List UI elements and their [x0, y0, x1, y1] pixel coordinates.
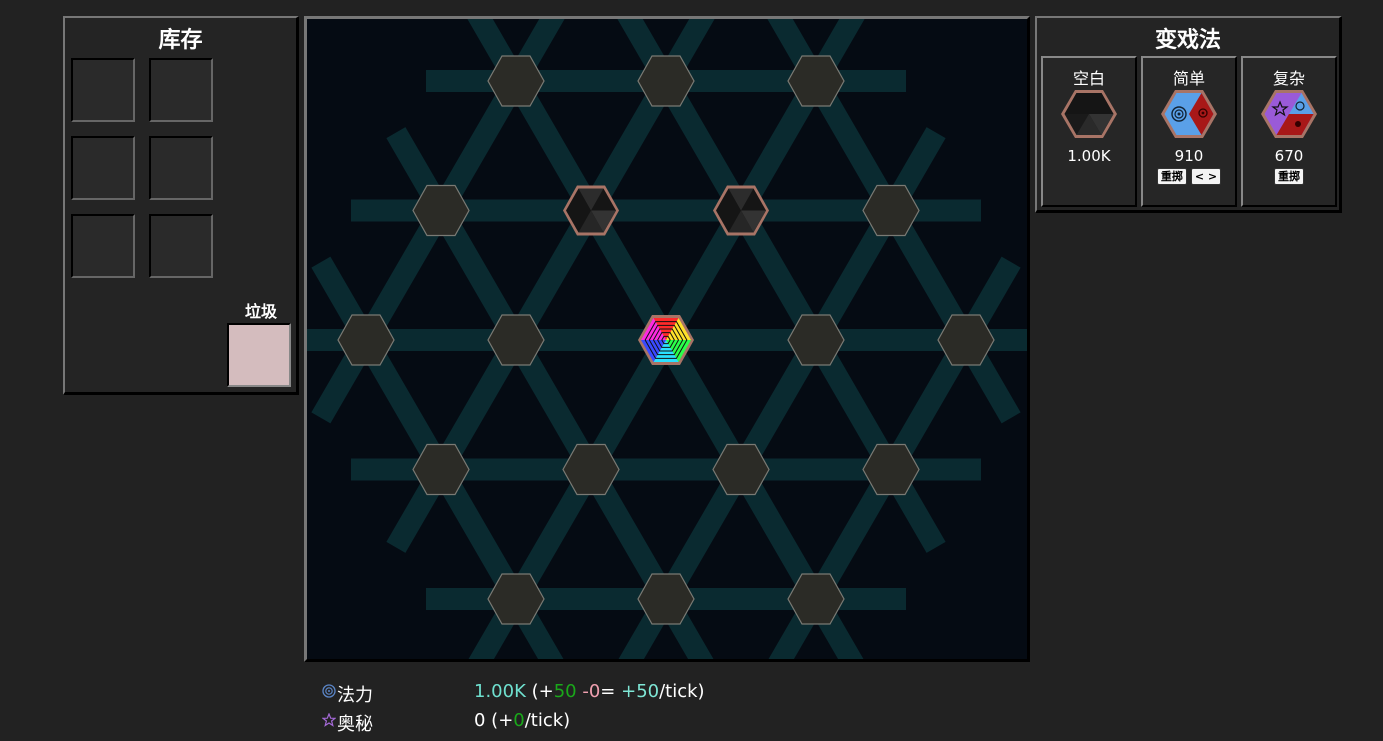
mana-amount: 1.00K [474, 681, 526, 702]
mana-net: +50 [621, 681, 660, 702]
inventory-slot[interactable] [149, 58, 213, 122]
game-board [304, 16, 1030, 662]
arcane-amount: 0 [474, 710, 486, 731]
transform-card-blank[interactable]: 空白 1.00K [1041, 56, 1137, 207]
mana-open: (+ [525, 681, 554, 702]
trash-slot[interactable] [227, 323, 291, 387]
transform-name: 空白 [1072, 69, 1105, 88]
arcane-row: 奥秘 0 (+0/tick) [322, 709, 842, 738]
reroll-button[interactable]: 重掷 [1156, 168, 1187, 185]
mana-values: 1.00K (+50 -0= +50/tick) [474, 681, 705, 702]
simple-hex-icon [1161, 90, 1217, 138]
mana-unit: /tick) [659, 681, 705, 702]
arcane-values: 0 (+0/tick) [474, 710, 570, 731]
transform-card-complex[interactable]: 复杂 670 重掷 [1241, 56, 1337, 207]
mana-label: 法力 [337, 685, 373, 706]
arcane-gain: 0 [513, 710, 525, 731]
arcane-star-icon [322, 713, 336, 727]
arcane-unit: /tick) [524, 710, 571, 731]
inventory-slot[interactable] [71, 214, 135, 278]
transform-name: 复杂 [1272, 69, 1305, 88]
arcane-open: (+ [485, 710, 514, 731]
transform-value: 1.00K [1067, 147, 1111, 165]
mana-minus: -0 [576, 681, 601, 702]
mana-gain: 50 [553, 681, 577, 702]
inventory-title: 库存 [158, 28, 203, 53]
transform-name: 简单 [1172, 69, 1205, 88]
transform-card-simple[interactable]: 简单 910 重掷 < > [1141, 56, 1237, 207]
mana-row: 法力 1.00K (+50 -0= +50/tick) [322, 680, 842, 709]
blank-hex-icon [1061, 90, 1117, 138]
swap-button[interactable]: < > [1190, 168, 1222, 185]
board-grid [307, 19, 1027, 659]
mana-eq: = [600, 681, 622, 702]
transform-value: 670 [1274, 147, 1304, 165]
reroll-button[interactable]: 重掷 [1274, 168, 1304, 185]
resources-panel: 法力 1.00K (+50 -0= +50/tick) 奥秘 0 (+0/tic… [322, 680, 842, 738]
arcane-label: 奥秘 [337, 714, 373, 735]
transforms-panel: 变戏法 空白 1.00K 简单 910 重掷 < > 复杂 670 重掷 [1035, 16, 1342, 213]
complex-hex-icon [1261, 90, 1317, 138]
mana-swirl-icon [322, 684, 336, 698]
inventory-slot[interactable] [149, 214, 213, 278]
transform-value: 910 [1174, 147, 1204, 165]
trash-label: 垃圾 [244, 302, 277, 321]
inventory-panel: 库存 垃圾 [63, 16, 299, 395]
inventory-slot[interactable] [71, 136, 135, 200]
inventory-slot[interactable] [149, 136, 213, 200]
transforms-title: 变戏法 [1154, 28, 1221, 53]
inventory-slot[interactable] [71, 58, 135, 122]
